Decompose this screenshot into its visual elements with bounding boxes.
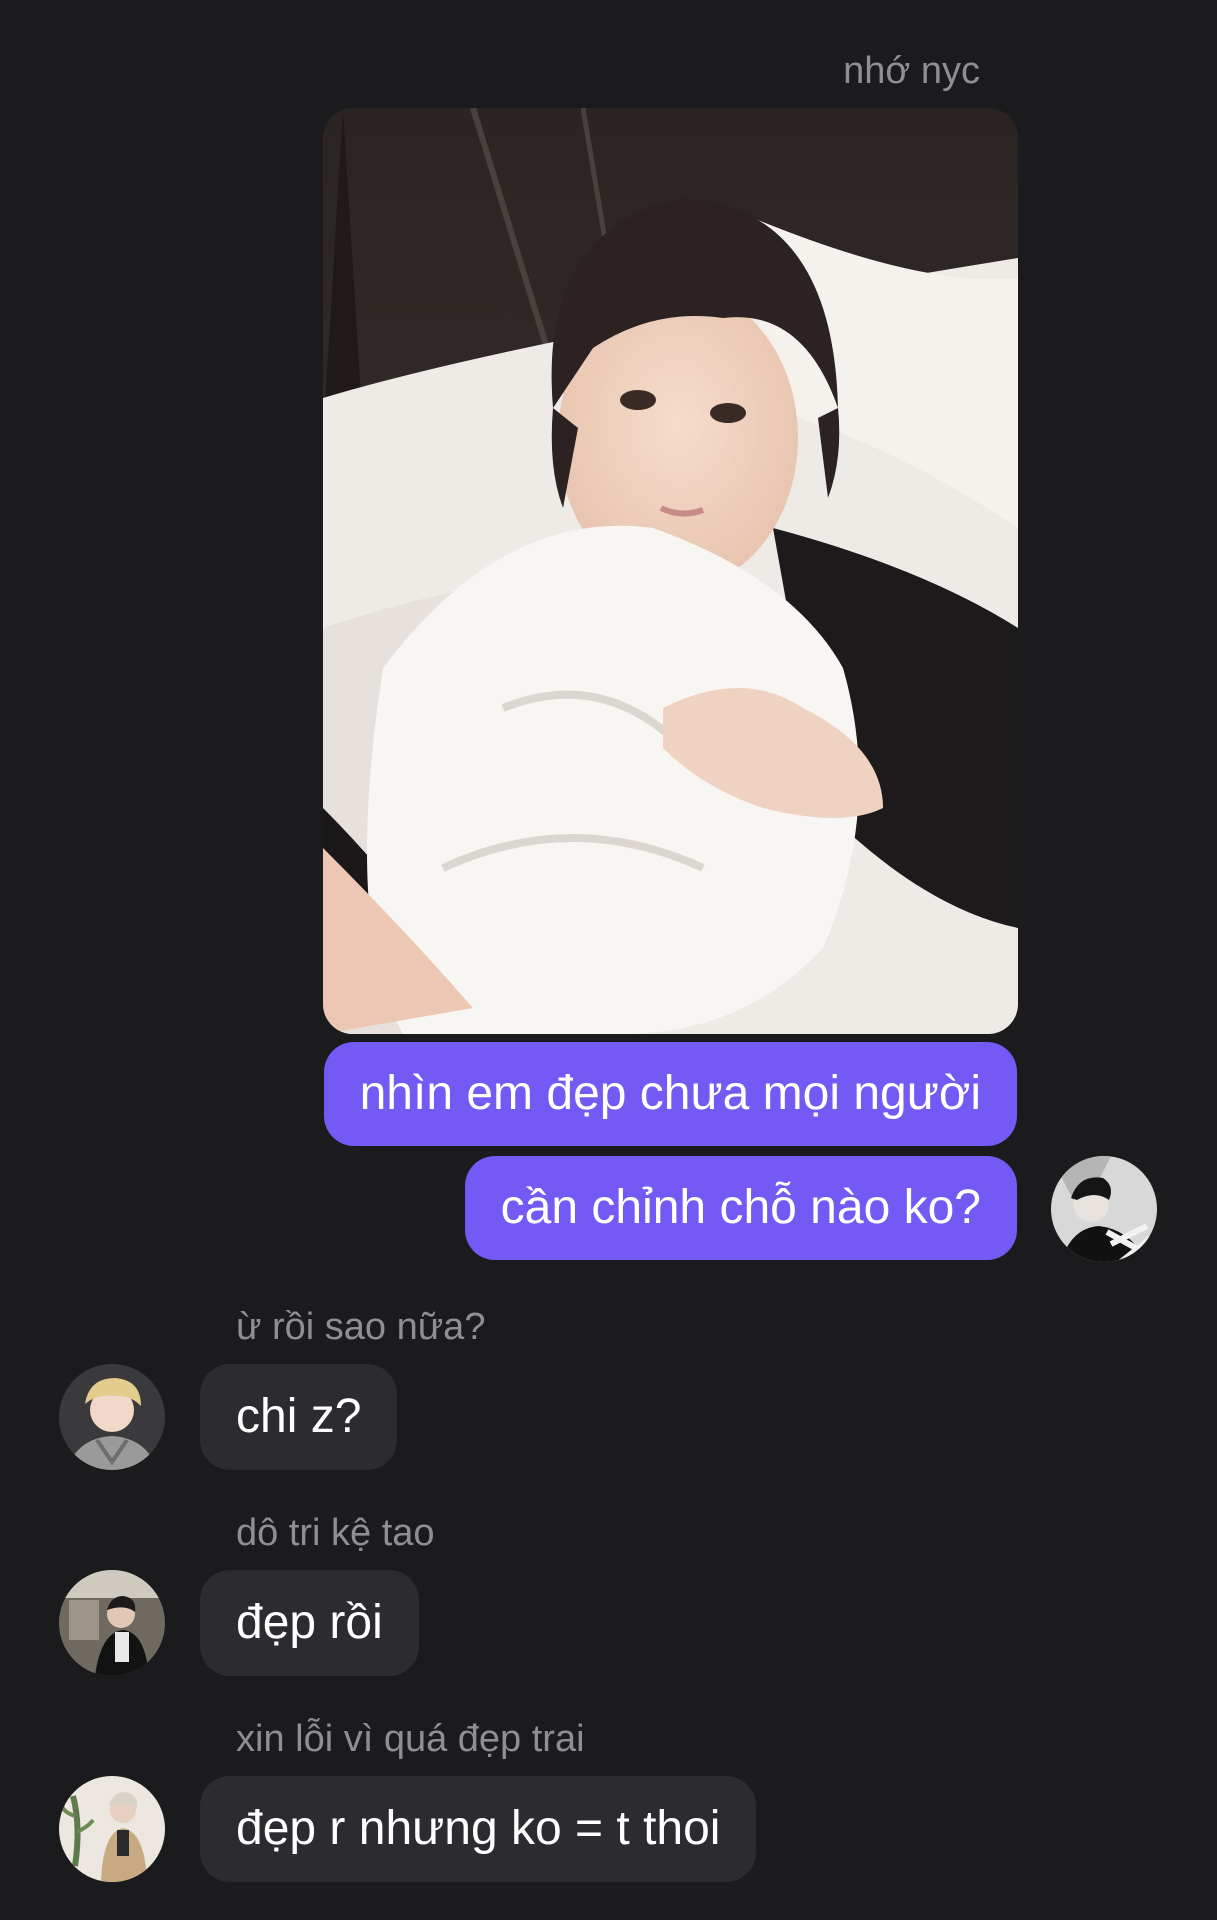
outgoing-message[interactable]: nhìn em đẹp chưa mọi người — [323, 1042, 1017, 1146]
incoming-message[interactable]: đẹp r nhưng ko = t thoi — [200, 1776, 757, 1882]
sender-name-outgoing: nhớ nyc — [843, 50, 980, 92]
user-avatar-icon[interactable] — [1051, 1156, 1157, 1262]
sender-avatar-icon[interactable] — [59, 1776, 165, 1882]
incoming-message[interactable]: chi z? — [200, 1364, 398, 1470]
incoming-message[interactable]: đẹp rồi — [200, 1570, 419, 1676]
outgoing-message[interactable]: cần chỉnh chỗ nào ko? — [464, 1156, 1017, 1260]
sender-name: ừ rồi sao nữa? — [236, 1306, 486, 1348]
sender-avatar-icon[interactable] — [59, 1364, 165, 1470]
avatar-image — [59, 1364, 165, 1470]
sender-avatar-icon[interactable] — [59, 1570, 165, 1676]
photo-message[interactable] — [323, 108, 1018, 1034]
sender-name: xin lỗi vì quá đẹp trai — [236, 1718, 585, 1760]
avatar-image — [59, 1776, 165, 1882]
avatar-image — [59, 1570, 165, 1676]
sender-name: dô tri kệ tao — [236, 1512, 435, 1554]
selfie-photo — [323, 108, 1018, 1034]
avatar-image — [1051, 1156, 1157, 1262]
